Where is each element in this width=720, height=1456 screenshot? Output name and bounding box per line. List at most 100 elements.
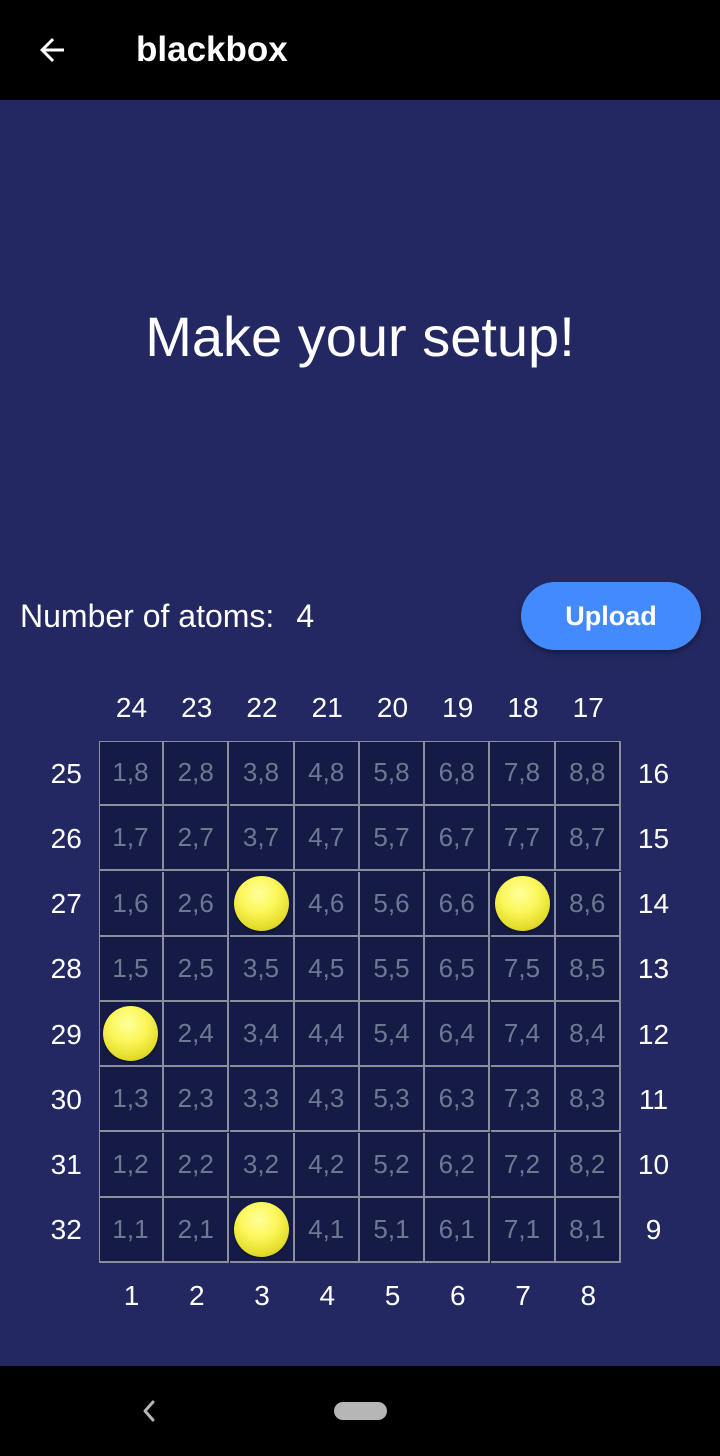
edge-label-left[interactable]: 27	[34, 872, 99, 937]
board-cell[interactable]: 6,6	[425, 871, 491, 937]
board-cell[interactable]: 6,7	[425, 806, 491, 872]
board-cell[interactable]	[229, 871, 295, 937]
board-cell[interactable]: 1,1	[99, 1197, 164, 1263]
board-cell[interactable]: 1,8	[99, 741, 164, 806]
board-cell[interactable]: 2,2	[164, 1132, 230, 1198]
board-cell[interactable]: 8,7	[555, 806, 621, 872]
edge-label-bottom[interactable]: 8	[556, 1263, 621, 1328]
board-cell[interactable]: 2,3	[164, 1067, 230, 1133]
edge-label-left[interactable]: 31	[34, 1133, 99, 1198]
board-cell[interactable]: 2,1	[164, 1197, 230, 1263]
board-cell[interactable]: 3,7	[229, 806, 295, 872]
edge-label-left[interactable]: 28	[34, 937, 99, 1002]
board-cell[interactable]: 8,3	[555, 1067, 621, 1133]
edge-label-top[interactable]: 19	[425, 676, 490, 741]
edge-label-bottom[interactable]: 6	[425, 1263, 490, 1328]
board-cell[interactable]: 6,5	[425, 936, 491, 1002]
board-cell[interactable]: 4,2	[294, 1132, 360, 1198]
board-cell[interactable]: 8,5	[555, 936, 621, 1002]
board-cell[interactable]: 5,1	[360, 1197, 425, 1263]
home-pill-icon[interactable]	[334, 1402, 387, 1420]
board-cell[interactable]: 1,5	[99, 936, 164, 1002]
board-cell[interactable]: 5,4	[360, 1002, 425, 1067]
board-cell[interactable]: 7,1	[490, 1197, 556, 1263]
edge-label-top[interactable]: 18	[491, 676, 556, 741]
board-cell[interactable]: 5,2	[360, 1132, 425, 1198]
edge-label-right[interactable]: 16	[621, 741, 686, 806]
board-cell[interactable]: 1,6	[99, 871, 164, 937]
board-cell[interactable]: 4,5	[294, 936, 360, 1002]
board-cell[interactable]: 5,7	[360, 806, 425, 872]
board-cell[interactable]: 3,3	[229, 1067, 295, 1133]
board-cell[interactable]: 4,6	[294, 871, 360, 937]
edge-label-bottom[interactable]: 1	[99, 1263, 164, 1328]
edge-label-right[interactable]: 10	[621, 1133, 686, 1198]
edge-label-top[interactable]: 20	[360, 676, 425, 741]
board-cell[interactable]: 3,5	[229, 936, 295, 1002]
edge-label-left[interactable]: 32	[34, 1198, 99, 1263]
board-cell[interactable]: 4,7	[294, 806, 360, 872]
edge-label-bottom[interactable]: 4	[295, 1263, 360, 1328]
board-cell[interactable]: 7,8	[490, 741, 556, 806]
board-cell[interactable]: 6,2	[425, 1132, 491, 1198]
board-cell[interactable]: 4,4	[294, 1002, 360, 1067]
edge-label-right[interactable]: 15	[621, 806, 686, 871]
board-cell[interactable]: 7,7	[490, 806, 556, 872]
board-cell[interactable]	[99, 1002, 164, 1067]
edge-label-top[interactable]: 24	[99, 676, 164, 741]
edge-label-top[interactable]: 22	[230, 676, 295, 741]
upload-button[interactable]: Upload	[521, 582, 701, 650]
board-cell[interactable]: 7,3	[490, 1067, 556, 1133]
nav-back-chevron-icon[interactable]	[132, 1390, 166, 1432]
edge-label-right[interactable]: 11	[621, 1067, 686, 1132]
board-cell[interactable]: 5,6	[360, 871, 425, 937]
edge-label-bottom[interactable]: 2	[164, 1263, 229, 1328]
board-cell[interactable]: 7,2	[490, 1132, 556, 1198]
board-cell[interactable]: 8,2	[555, 1132, 621, 1198]
board-cell[interactable]: 1,3	[99, 1067, 164, 1133]
edge-label-top[interactable]: 17	[556, 676, 621, 741]
board-cell[interactable]: 4,3	[294, 1067, 360, 1133]
board-cell[interactable]: 6,8	[425, 741, 491, 806]
board-cell[interactable]: 2,4	[164, 1002, 230, 1067]
edge-label-bottom[interactable]: 3	[230, 1263, 295, 1328]
board-cell[interactable]: 7,5	[490, 936, 556, 1002]
board-cell[interactable]: 2,8	[164, 741, 230, 806]
edge-label-bottom[interactable]: 5	[360, 1263, 425, 1328]
back-button[interactable]	[28, 26, 76, 74]
board-cell[interactable]: 2,7	[164, 806, 230, 872]
board-cell[interactable]: 8,6	[555, 871, 621, 937]
edge-label-top[interactable]: 21	[295, 676, 360, 741]
edge-label-bottom[interactable]: 7	[491, 1263, 556, 1328]
board-cell[interactable]: 2,6	[164, 871, 230, 937]
board-cell[interactable]: 1,2	[99, 1132, 164, 1198]
edge-label-right[interactable]: 14	[621, 872, 686, 937]
edge-label-left[interactable]: 26	[34, 806, 99, 871]
board-cell[interactable]: 1,7	[99, 806, 164, 872]
board-cell[interactable]: 8,4	[555, 1002, 621, 1067]
edge-label-top[interactable]: 23	[164, 676, 229, 741]
board-cell[interactable]: 3,4	[229, 1002, 295, 1067]
board-cell[interactable]: 5,8	[360, 741, 425, 806]
board-cell[interactable]: 3,8	[229, 741, 295, 806]
board-cell[interactable]: 8,8	[555, 741, 621, 806]
board-cell[interactable]	[490, 871, 556, 937]
board-cell[interactable]: 8,1	[555, 1197, 621, 1263]
board-cell[interactable]: 4,8	[294, 741, 360, 806]
board-cell[interactable]: 7,4	[490, 1002, 556, 1067]
board-cell[interactable]: 6,3	[425, 1067, 491, 1133]
edge-label-left[interactable]: 30	[34, 1067, 99, 1132]
board-cell[interactable]: 5,3	[360, 1067, 425, 1133]
edge-label-right[interactable]: 9	[621, 1198, 686, 1263]
board-cell[interactable]: 6,4	[425, 1002, 491, 1067]
board-cell[interactable]	[229, 1197, 295, 1263]
board-cell[interactable]: 5,5	[360, 936, 425, 1002]
edge-label-left[interactable]: 29	[34, 1002, 99, 1067]
board-cell[interactable]: 6,1	[425, 1197, 491, 1263]
edge-label-left[interactable]: 25	[34, 741, 99, 806]
board-cell[interactable]: 2,5	[164, 936, 230, 1002]
edge-label-right[interactable]: 13	[621, 937, 686, 1002]
board-cell[interactable]: 3,2	[229, 1132, 295, 1198]
edge-label-right[interactable]: 12	[621, 1002, 686, 1067]
board-cell[interactable]: 4,1	[294, 1197, 360, 1263]
